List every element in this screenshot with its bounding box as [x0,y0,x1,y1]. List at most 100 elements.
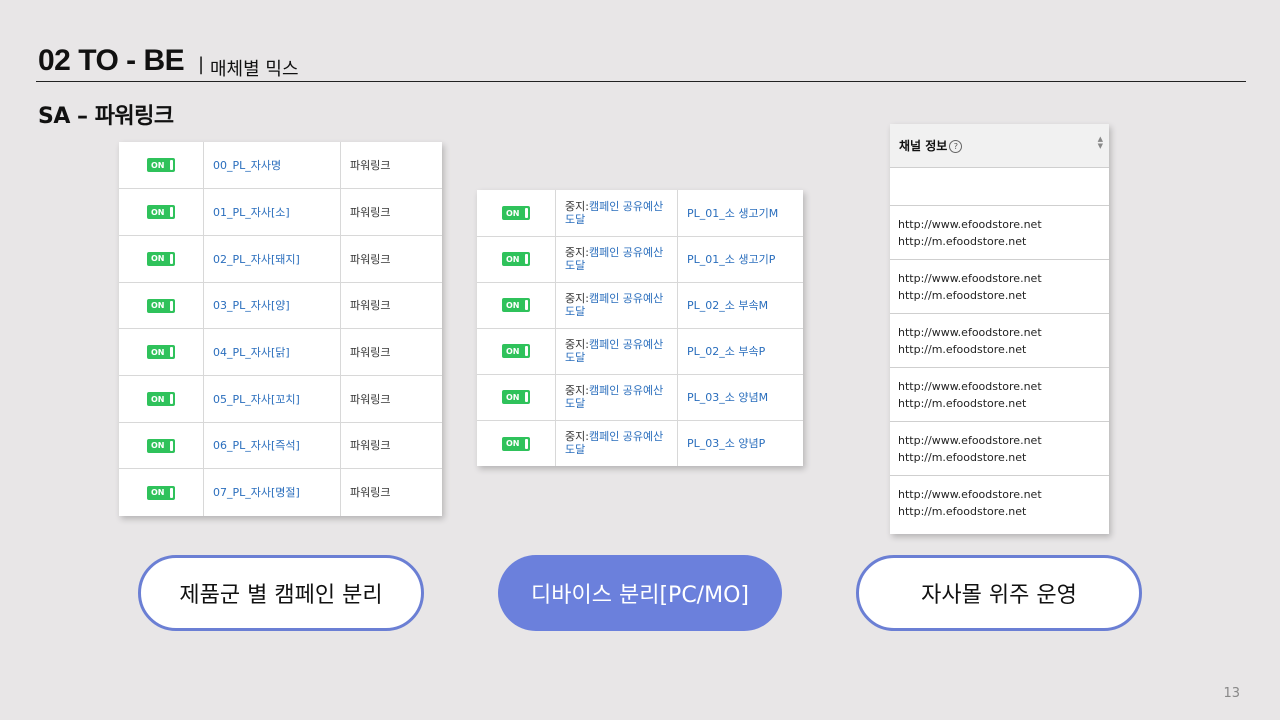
channel-info-header[interactable]: 채널 정보? ▲ ▼ [890,124,1109,168]
pc-url: http://www.efoodstore.net [898,272,1042,285]
table-row: ON 00_PL_자사명 파워링크 [119,142,442,190]
table-row: ON 중지:캠페인 공유예산 도달 PL_03_소 양념P [477,420,803,466]
mobile-url: http://m.efoodstore.net [898,451,1027,464]
channel-row: http://www.efoodstore.net http://m.efoods… [890,314,1109,368]
status-link-line2[interactable]: 도달 [565,397,585,410]
toggle-cell: ON [119,375,204,423]
table-row: ON 중지:캠페인 공유예산도달 PL_02_소 부속P [477,328,803,375]
on-toggle[interactable]: ON [502,206,530,220]
table-row: ON 02_PL_자사[돼지] 파워링크 [119,235,442,283]
on-toggle[interactable]: ON [147,205,175,220]
mobile-url: http://m.efoodstore.net [898,343,1027,356]
campaign-name-cell: 05_PL_자사[꼬치] [203,375,341,423]
on-toggle[interactable]: ON [502,344,530,359]
campaign-name-cell: 00_PL_자사명 [203,142,341,190]
table-row: ON 중지:캠페인 공유예산 도달 PL_01_소 생고기M [477,190,803,237]
toggle-cell: ON [119,328,204,376]
toggle-cell: ON [477,374,556,421]
channel-row: http://www.efoodstore.net http://m.efoods… [890,260,1109,314]
adgroup-name-cell: PL_02_소 부속M [677,282,803,329]
channel-row: http://www.efoodstore.net http://m.efoods… [890,422,1109,476]
channel-row: http://www.efoodstore.net http://m.efoods… [890,476,1109,530]
campaign-name-link[interactable]: 01_PL_자사[소] [213,206,290,219]
status-prefix: 중지: [565,384,589,397]
adgroup-name-link[interactable]: PL_02_소 부속M [687,299,768,312]
table-row: ON 중지:캠페인 공유예산도달 PL_01_소 생고기P [477,236,803,283]
on-toggle[interactable]: ON [147,485,175,500]
adgroup-name-link[interactable]: PL_03_소 양념M [687,391,768,404]
sort-icon[interactable]: ▲ ▼ [1098,136,1103,150]
mobile-url: http://m.efoodstore.net [898,505,1027,518]
status-cell: 중지:캠페인 공유예산 도달 [555,190,678,237]
on-toggle[interactable]: ON [147,298,175,313]
on-toggle[interactable]: ON [502,390,530,405]
status-prefix: 중지: [565,246,589,259]
status-link-line2[interactable]: 도달 [565,443,585,456]
table-row: ON 중지:캠페인 공유예산도달 PL_03_소 양념M [477,374,803,421]
status-link[interactable]: 캠페인 공유예산 [589,338,663,351]
campaign-name-cell: 07_PL_자사[명절] [203,468,341,516]
campaign-type: 파워링크 [340,328,442,376]
status-link-line2[interactable]: 도달 [565,213,585,226]
status-cell: 중지:캠페인 공유예산도달 [555,236,678,283]
channel-info-label: 채널 정보 [899,139,948,153]
page-title: 02 TO - BE [38,44,185,77]
status-link[interactable]: 캠페인 공유예산 [589,292,663,305]
campaign-name-link[interactable]: 00_PL_자사명 [213,159,281,172]
status-cell: 중지:캠페인 공유예산 도달 [555,282,678,329]
status-prefix: 중지: [565,338,589,351]
campaign-name-link[interactable]: 04_PL_자사[닭] [213,346,290,359]
pill-own-mall: 자사몰 위주 운영 [856,555,1142,631]
section-title: SA – 파워링크 [38,104,174,129]
adgroup-name-cell: PL_02_소 부속P [677,328,803,375]
channel-info-table: 채널 정보? ▲ ▼ http://www.efoodstore.net http:… [890,124,1109,534]
pc-url: http://www.efoodstore.net [898,488,1042,501]
status-link[interactable]: 캠페인 공유예산 [589,246,663,259]
toggle-cell: ON [477,190,556,237]
on-toggle[interactable]: ON [147,345,175,360]
status-link-line2[interactable]: 도달 [565,351,585,364]
pc-url: http://www.efoodstore.net [898,380,1042,393]
mobile-url: http://m.efoodstore.net [898,397,1027,410]
adgroup-name-cell: PL_01_소 생고기M [677,190,803,237]
table-row: ON 03_PL_자사[양] 파워링크 [119,282,442,330]
title-separator: | [198,54,205,75]
campaign-name-link[interactable]: 06_PL_자사[즉석] [213,439,300,452]
status-link[interactable]: 캠페인 공유예산 [589,200,663,213]
mobile-url: http://m.efoodstore.net [898,289,1027,302]
adgroup-name-link[interactable]: PL_02_소 부속P [687,345,765,358]
status-link-line2[interactable]: 도달 [565,259,585,272]
status-link[interactable]: 캠페인 공유예산 [589,430,663,443]
toggle-cell: ON [477,420,556,466]
on-toggle[interactable]: ON [147,251,175,266]
campaign-name-link[interactable]: 07_PL_자사[명절] [213,486,300,499]
adgroup-name-link[interactable]: PL_01_소 생고기P [687,253,775,266]
on-toggle[interactable]: ON [147,158,175,173]
campaign-name-cell: 01_PL_자사[소] [203,188,341,236]
channel-row: http://www.efoodstore.net http://m.efoods… [890,368,1109,422]
page-number: 13 [1223,686,1240,701]
table-row: ON 04_PL_자사[닭] 파워링크 [119,328,442,376]
campaign-name-cell: 04_PL_자사[닭] [203,328,341,376]
page-subtitle: 매체별 믹스 [210,59,299,80]
on-toggle[interactable]: ON [147,392,175,407]
on-toggle[interactable]: ON [502,252,530,267]
campaign-name-link[interactable]: 05_PL_자사[꼬치] [213,393,300,406]
adgroup-name-link[interactable]: PL_03_소 양념P [687,437,765,450]
campaign-type: 파워링크 [350,486,391,500]
on-toggle[interactable]: ON [502,298,530,313]
help-icon[interactable]: ? [949,140,963,153]
on-toggle[interactable]: ON [502,436,530,451]
adgroup-name-link[interactable]: PL_01_소 생고기M [687,207,778,220]
channel-filter-row [890,168,1109,206]
pill-device-split: 디바이스 분리[PC/MO] [498,555,782,631]
on-toggle[interactable]: ON [147,438,175,453]
campaign-name-link[interactable]: 02_PL_자사[돼지] [213,253,300,266]
toggle-cell: ON [477,282,556,329]
status-link[interactable]: 캠페인 공유예산 [589,384,663,397]
campaign-name-link[interactable]: 03_PL_자사[양] [213,299,290,312]
table-row: ON 06_PL_자사[즉석] 파워링크 [119,422,442,470]
status-link-line2[interactable]: 도달 [565,305,585,318]
adgroup-name-cell: PL_03_소 양념M [677,374,803,421]
status-cell: 중지:캠페인 공유예산도달 [555,374,678,421]
